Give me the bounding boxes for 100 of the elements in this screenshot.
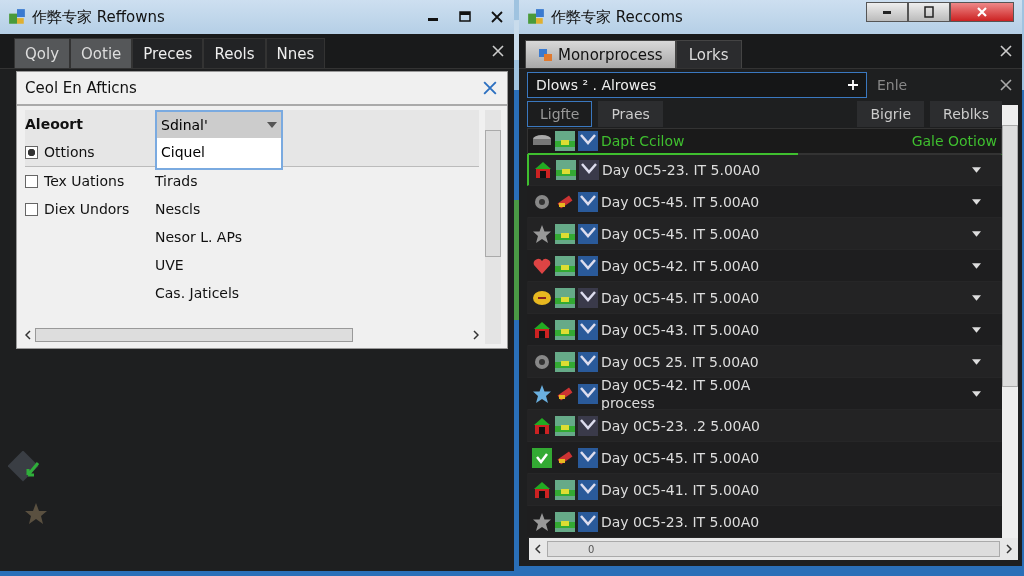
maximize-button[interactable] [908,2,950,22]
list-row[interactable]: Day 0C5-23. .2 5.00A0 [527,410,1002,442]
house-icon [532,319,552,340]
caret-icon[interactable] [972,166,981,173]
tile-icon [578,287,598,308]
image-icon [555,319,575,340]
check-icon [532,448,552,468]
tile-icon [578,130,598,151]
close-icon [975,5,989,19]
image-icon [555,416,575,436]
dropdown[interactable]: Sdinal' Ciquel [155,110,283,170]
list-row[interactable]: Day 0C5-45. IT 5.00A0 [527,281,1002,314]
list-item-text: Day 0C5-45. IT 5.00A0 [601,192,760,211]
list-value: Nesor L. APs [155,229,242,245]
tab[interactable]: Qoly [14,38,71,68]
caret-icon[interactable] [972,358,981,365]
caret-icon [267,122,277,128]
list-item-text: Day 0C5-43. IT 5.00A0 [601,320,760,339]
image-icon [555,255,575,276]
list-item-text: Day 0C5-41. IT 5.00A0 [601,481,760,499]
filter-field[interactable]: Enle [875,76,988,94]
vertical-scrollbar[interactable] [1002,105,1018,538]
star-icon [532,223,552,244]
caret-icon[interactable] [972,198,981,205]
star-icon [532,383,552,404]
list-value: Nescls [155,201,201,217]
search-field[interactable]: Dlows ² . Alrowes [527,72,867,98]
tab[interactable]: Lorks [675,40,742,68]
app-icon [527,8,545,26]
list-item-text: Day 0C5-23. IT 5.00A0 [602,160,761,179]
window-title: 作弊专家 Reccoms [551,7,683,27]
tile-icon [578,512,598,532]
tab[interactable]: Nnes [265,38,326,68]
list-item-text: Day 0C5-42. IT 5.00A0 [601,256,760,275]
caret-icon[interactable] [972,262,981,269]
filter-button[interactable]: Bigrie [857,101,925,128]
tile-icon [578,351,598,372]
tab[interactable]: Reols [203,38,266,68]
image-icon [555,480,575,500]
caret-icon[interactable] [972,230,981,237]
window-title: 作弊专家 Reffowns [32,7,165,27]
list-item-text: Day 0C5-23. .2 5.00A0 [601,417,760,435]
minimize-button[interactable] [866,2,908,22]
column-header: Gale Ootiow [911,132,997,149]
checkbox-label: Ottions [44,144,95,160]
list-value: Tirads [155,173,198,189]
tile-icon [579,159,599,180]
tile-icon [578,191,598,212]
list-item-text: Day 0C5-42. IT 5.00A process [601,375,751,412]
horizontal-scrollbar[interactable] [25,326,479,344]
column-header: Aleoort [25,116,84,132]
image-icon [556,159,576,180]
image-icon [555,351,575,372]
dropdown-value: Sdinal' [161,117,208,133]
column-header: Dapt Ccilow [601,132,685,149]
tile-icon [578,223,598,244]
filter-button[interactable]: Reblks [930,101,1002,128]
checkbox[interactable] [25,174,38,188]
house-icon [532,416,552,436]
image-icon [555,130,575,151]
tile-icon [578,319,598,340]
caret-icon[interactable] [972,294,981,301]
image-icon [555,512,575,532]
list-row[interactable]: Day 0C5-45. IT 5.00A0 [527,217,1002,250]
checkbox[interactable] [25,145,38,159]
image-icon [555,223,575,244]
list-value: Cas. Jaticels [155,285,240,301]
house-icon [533,159,553,180]
tab[interactable]: Preces [132,38,204,68]
tile-icon [578,480,598,500]
list-item-text: Day 0C5-45. IT 5.00A0 [601,224,760,243]
checkbox[interactable] [25,202,38,216]
checkbox-label: Diex Undors [44,201,130,217]
tile-icon [578,416,598,436]
list-row[interactable]: Day 0C5-23. IT 5.00A0 [527,153,1002,186]
tab[interactable]: Monorprocess [525,40,676,68]
tile-icon [578,448,598,468]
list-row[interactable]: Day 0C5-42. IT 5.00A process [527,377,1002,410]
filter-button[interactable]: Ligfte [527,101,593,128]
caret-icon[interactable] [972,390,981,397]
list-value: UVE [155,257,184,273]
list-row[interactable]: Day 0C5 25. IT 5.00A0 [527,345,1002,378]
caret-icon[interactable] [972,326,981,333]
filter-button[interactable]: Praes [598,101,663,128]
plus-icon [848,80,858,90]
star-icon [532,512,552,532]
list-item-text: Day 0C5-45. IT 5.00A0 [601,288,760,307]
app-icon [8,8,26,26]
panel-title: Ceol En Afticns [25,79,137,97]
image-icon [555,287,575,308]
horizontal-scrollbar[interactable]: 0 [529,538,1018,560]
dropdown-option[interactable]: Ciquel [157,138,281,168]
tile-icon [578,255,598,276]
tab[interactable]: Ootie [70,38,133,68]
list-row[interactable]: Day 0C5-41. IT 5.00A0 [527,474,1002,506]
close-button[interactable] [950,2,1014,22]
list-item-text: Day 0C5-45. IT 5.00A0 [601,449,760,467]
list-item-text: Day 0C5 25. IT 5.00A0 [601,352,759,371]
vertical-scrollbar[interactable] [485,110,501,344]
checkbox-label: Tex Uations [44,173,125,189]
